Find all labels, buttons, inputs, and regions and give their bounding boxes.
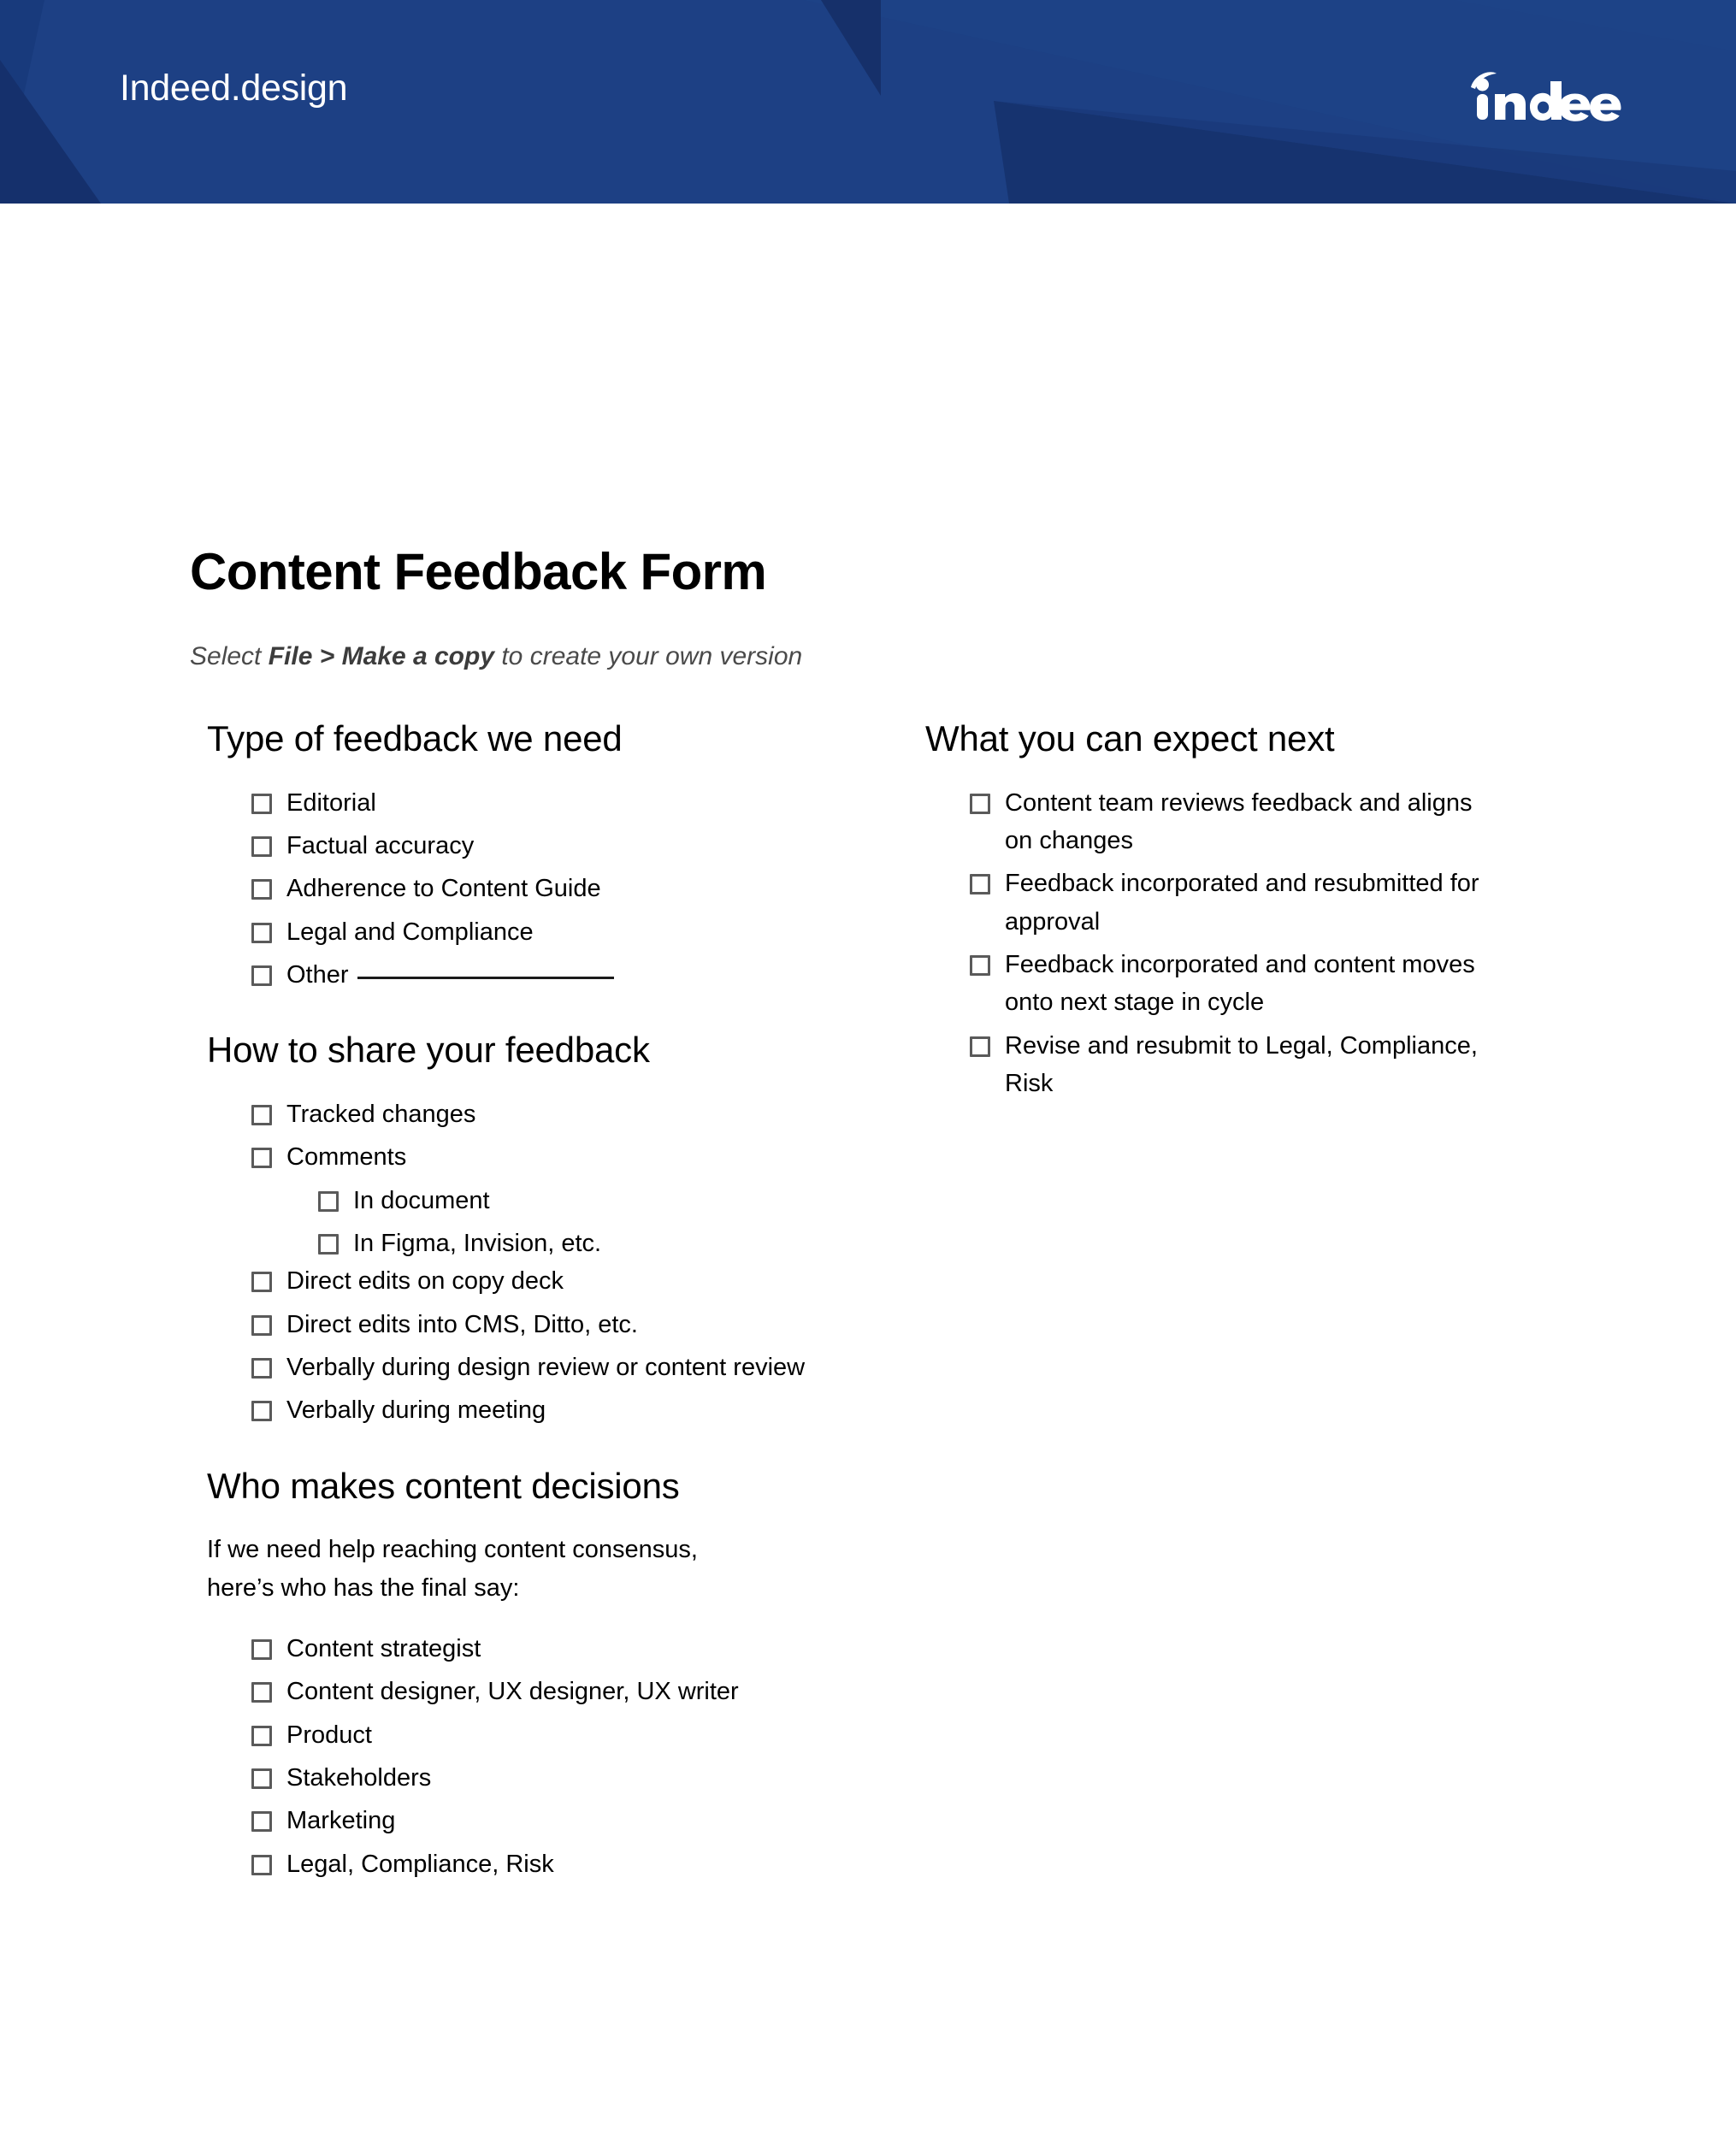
checklist-item[interactable]: Factual accuracy: [251, 827, 917, 865]
checkbox-icon[interactable]: [970, 1036, 990, 1057]
checkbox-icon[interactable]: [251, 1682, 272, 1703]
checklist-item-other[interactable]: Other: [251, 956, 917, 994]
brand-wordmark: Indeed.design: [120, 68, 348, 109]
checklist-subitem[interactable]: In Figma, Invision, etc.: [318, 1225, 917, 1262]
section-who-decides: Who makes content decisions If we need h…: [198, 1464, 917, 1884]
left-column: Type of feedback we need Editorial Factu…: [198, 717, 917, 1883]
checkbox-icon[interactable]: [251, 1272, 272, 1293]
checkbox-icon[interactable]: [251, 1811, 272, 1833]
checklist-item[interactable]: Verbally during design review or content…: [251, 1349, 917, 1386]
checklist-item-label: Verbally during design review or content…: [286, 1353, 806, 1381]
checklist-item[interactable]: Marketing: [251, 1802, 917, 1839]
section-how-to-share: How to share your feedback Tracked chang…: [198, 1028, 917, 1429]
checklist-item[interactable]: Stakeholders: [251, 1759, 917, 1797]
checkbox-icon[interactable]: [251, 1104, 272, 1125]
subtitle-menu-path: File > Make a copy: [268, 642, 495, 670]
checklist-item[interactable]: Adherence to Content Guide: [251, 870, 917, 907]
checkbox-icon[interactable]: [251, 1357, 272, 1379]
section-type-of-feedback: Type of feedback we need Editorial Factu…: [198, 717, 917, 994]
page-title: Content Feedback Form: [190, 543, 767, 601]
checklist-item-label: Content designer, UX designer, UX writer: [286, 1678, 739, 1706]
checkbox-icon[interactable]: [251, 879, 272, 900]
checklist-item-label: Direct edits into CMS, Ditto, etc.: [286, 1310, 638, 1338]
checklist-item-label: Marketing: [286, 1807, 396, 1835]
checklist-item[interactable]: Verbally during meeting: [251, 1391, 917, 1429]
checklist-item-label: Legal, Compliance, Risk: [286, 1850, 554, 1878]
checklist-item-label: Adherence to Content Guide: [286, 875, 601, 903]
section-heading: Who makes content decisions: [207, 1465, 680, 1506]
checklist-item-label: Content strategist: [286, 1635, 481, 1663]
checklist-subitem[interactable]: In document: [318, 1182, 917, 1219]
checklist-item[interactable]: Tracked changes: [251, 1095, 917, 1133]
checklist-item[interactable]: Content designer, UX designer, UX writer: [251, 1673, 917, 1710]
checklist-how-to-share: Tracked changes Comments In document In …: [198, 1095, 917, 1430]
section-heading: Type of feedback we need: [207, 718, 623, 759]
section-note: If we need help reaching content consens…: [207, 1536, 698, 1603]
checklist-item[interactable]: Feedback incorporated and resubmitted fo…: [970, 865, 1567, 941]
other-fill-in-blank[interactable]: [357, 976, 614, 979]
checkbox-icon[interactable]: [251, 922, 272, 943]
subtitle-suffix: to create your own version: [494, 642, 803, 670]
checklist-item[interactable]: Direct edits into CMS, Ditto, etc.: [251, 1306, 917, 1343]
checklist-type-of-feedback: Editorial Factual accuracy Adherence to …: [198, 784, 917, 995]
checkbox-icon[interactable]: [251, 1854, 272, 1875]
checklist-item-label: Legal and Compliance: [286, 918, 534, 946]
checklist-item[interactable]: Direct edits on copy deck: [251, 1262, 917, 1300]
checklist-item-label: Editorial: [286, 788, 376, 817]
checklist-item-label: Other: [286, 960, 349, 989]
checklist-item-label: Stakeholders: [286, 1764, 432, 1792]
checkbox-icon[interactable]: [251, 1401, 272, 1422]
checklist-item[interactable]: Feedback incorporated and content moves …: [970, 946, 1567, 1022]
checklist-item[interactable]: Editorial: [251, 784, 917, 822]
checkbox-icon[interactable]: [970, 954, 990, 976]
section-heading: What you can expect next: [925, 718, 1335, 759]
checkbox-icon[interactable]: [970, 793, 990, 814]
checklist-item[interactable]: Content team reviews feedback and aligns…: [970, 784, 1567, 860]
checklist-what-to-expect: Content team reviews feedback and aligns…: [917, 784, 1567, 1103]
checklist-subitem-label: In document: [353, 1186, 490, 1214]
checklist-item[interactable]: Product: [251, 1716, 917, 1754]
checklist-item-label: Direct edits on copy deck: [286, 1267, 564, 1296]
checklist-item-label: Revise and resubmit to Legal, Compliance…: [1005, 1031, 1478, 1098]
section-what-to-expect: What you can expect next Content team re…: [917, 717, 1567, 1102]
checklist-who-decides: Content strategist Content designer, UX …: [198, 1630, 917, 1883]
checklist-item[interactable]: Legal and Compliance: [251, 913, 917, 951]
checklist-item-label: Content team reviews feedback and aligns…: [1005, 788, 1473, 854]
checklist-item-label: Factual accuracy: [286, 831, 475, 859]
checkbox-icon[interactable]: [251, 793, 272, 814]
page-banner: Indeed.design: [0, 0, 1736, 204]
checkbox-icon[interactable]: [970, 874, 990, 895]
checklist-item[interactable]: Comments: [251, 1138, 917, 1176]
checkbox-icon[interactable]: [251, 1148, 272, 1169]
right-column: What you can expect next Content team re…: [917, 717, 1567, 1102]
checklist-item-label: Feedback incorporated and content moves …: [1005, 950, 1475, 1017]
checklist-item[interactable]: Revise and resubmit to Legal, Compliance…: [970, 1027, 1567, 1103]
checkbox-icon[interactable]: [251, 835, 272, 857]
checklist-item[interactable]: Legal, Compliance, Risk: [251, 1845, 917, 1883]
checkbox-icon[interactable]: [318, 1233, 339, 1255]
checklist-item[interactable]: Content strategist: [251, 1630, 917, 1668]
checklist-item-label-wrapper: Other: [286, 956, 614, 994]
checklist-item-label: Tracked changes: [286, 1100, 476, 1128]
checkbox-icon[interactable]: [251, 1768, 272, 1790]
checkbox-icon[interactable]: [318, 1190, 339, 1212]
checkbox-icon[interactable]: [251, 1639, 272, 1661]
checkbox-icon[interactable]: [251, 965, 272, 986]
checklist-subitem-label: In Figma, Invision, etc.: [353, 1229, 602, 1257]
checklist-comments-subitems: In document In Figma, Invision, etc.: [251, 1182, 917, 1263]
subtitle-prefix: Select: [190, 642, 269, 670]
checklist-item-label: Verbally during meeting: [286, 1396, 546, 1425]
checklist-item-label: Product: [286, 1721, 372, 1749]
document-page: Indeed.design Content Feedback Form Sele…: [0, 0, 1736, 2149]
checklist-item-label: Feedback incorporated and resubmitted fo…: [1005, 870, 1479, 936]
form-columns: Type of feedback we need Editorial Factu…: [0, 717, 1736, 1883]
section-heading: How to share your feedback: [207, 1030, 650, 1071]
indeed-logo-icon: [1469, 68, 1625, 121]
checkbox-icon[interactable]: [251, 1725, 272, 1746]
checkbox-icon[interactable]: [251, 1314, 272, 1336]
page-subtitle: Select File > Make a copy to create your…: [190, 640, 802, 673]
checklist-item-label: Comments: [286, 1143, 407, 1172]
